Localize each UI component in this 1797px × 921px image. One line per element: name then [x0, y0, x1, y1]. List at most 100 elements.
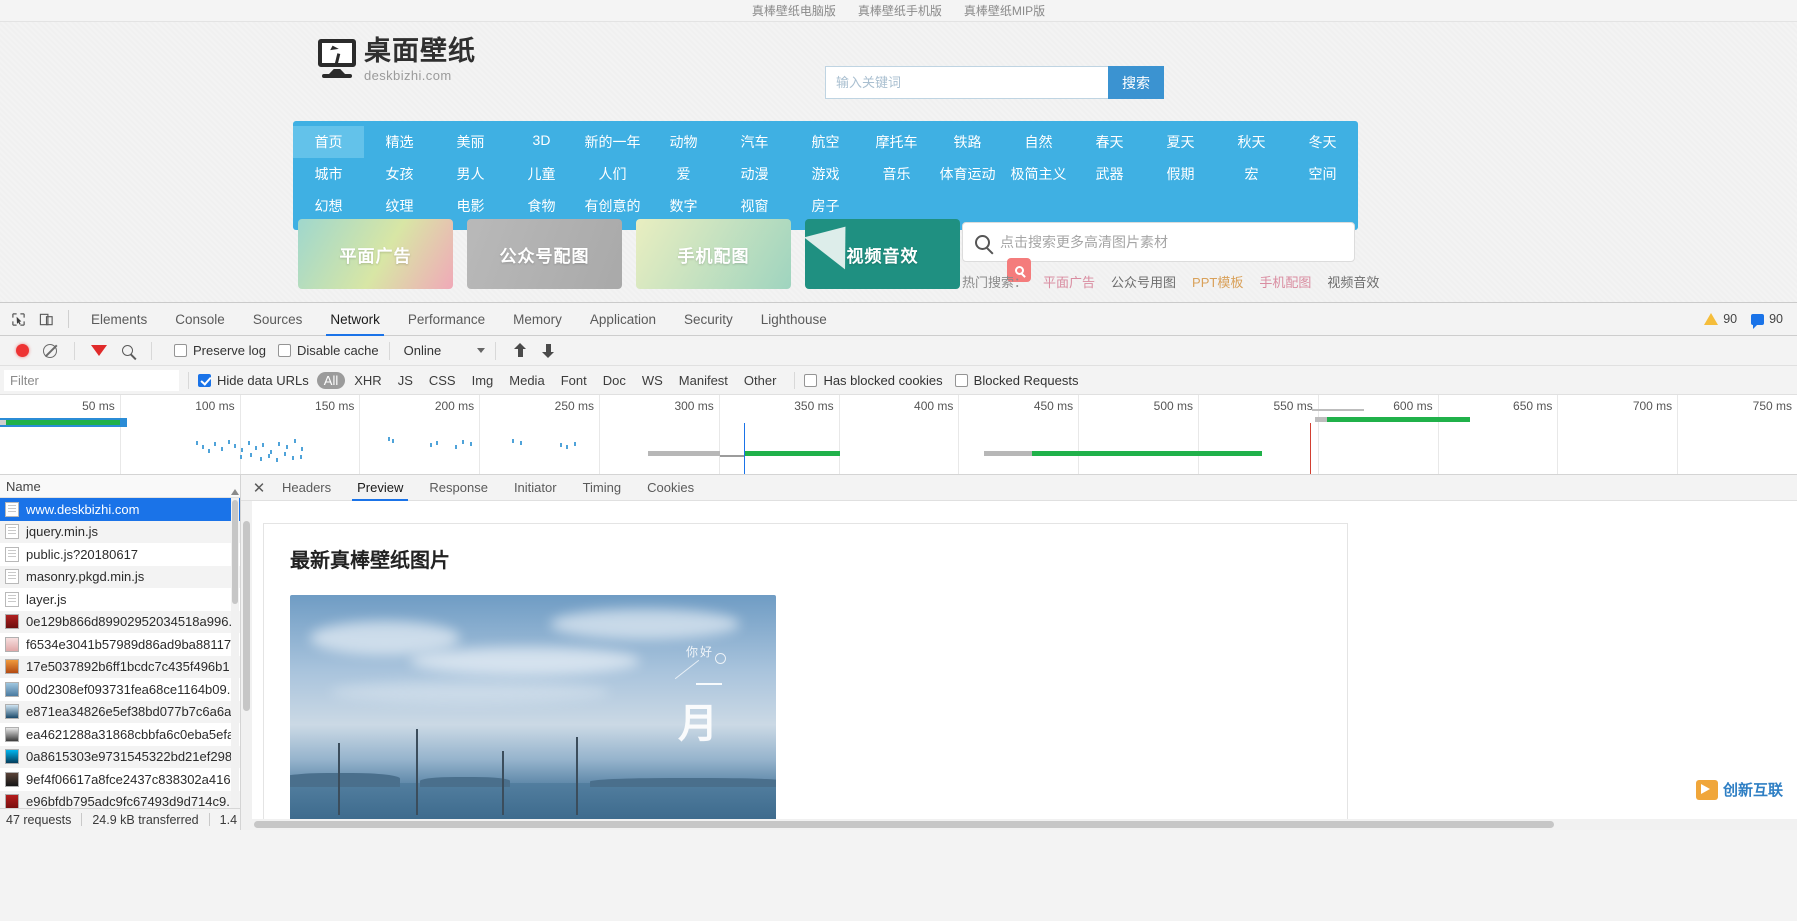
request-row[interactable]: ea4621288a31868cbbfa6c0eba5efa	[0, 723, 240, 746]
type-filter-doc[interactable]: Doc	[596, 372, 633, 389]
nav-item-0-6[interactable]: 汽车	[719, 126, 790, 158]
has-blocked-cookies-checkbox[interactable]: Has blocked cookies	[804, 373, 942, 388]
nav-item-2-1[interactable]: 纹理	[364, 190, 435, 222]
request-row[interactable]: layer.js	[0, 588, 240, 611]
nav-item-2-0[interactable]: 幻想	[293, 190, 364, 222]
nav-item-1-11[interactable]: 武器	[1074, 158, 1145, 190]
nav-item-0-7[interactable]: 航空	[790, 126, 861, 158]
type-filter-font[interactable]: Font	[554, 372, 594, 389]
nav-item-0-13[interactable]: 秋天	[1216, 126, 1287, 158]
nav-item-2-7[interactable]: 房子	[790, 190, 861, 222]
request-row[interactable]: public.js?20180617	[0, 543, 240, 566]
detail-tab-headers[interactable]: Headers	[269, 475, 344, 501]
preserve-log-checkbox[interactable]: Preserve log	[174, 343, 266, 358]
request-row[interactable]: masonry.pkgd.min.js	[0, 566, 240, 589]
request-row[interactable]: 00d2308ef093731fea68ce1164b09..	[0, 678, 240, 701]
nav-item-1-10[interactable]: 极简主义	[1003, 158, 1074, 190]
promo-banner-2[interactable]: 公众号配图	[467, 219, 622, 289]
nav-item-1-6[interactable]: 动漫	[719, 158, 790, 190]
panel-tab-memory[interactable]: Memory	[499, 303, 576, 336]
topbar-link-pc[interactable]: 真棒壁纸电脑版	[752, 2, 836, 19]
nav-item-2-5[interactable]: 数字	[648, 190, 719, 222]
nav-item-0-10[interactable]: 自然	[1003, 126, 1074, 158]
type-filter-img[interactable]: Img	[465, 372, 501, 389]
hide-data-urls-checkbox[interactable]: Hide data URLs	[198, 373, 309, 388]
throttling-select[interactable]: Online	[404, 343, 486, 358]
nav-item-2-3[interactable]: 食物	[506, 190, 577, 222]
disable-cache-checkbox[interactable]: Disable cache	[278, 343, 379, 358]
nav-item-0-11[interactable]: 春天	[1074, 126, 1145, 158]
nav-item-1-13[interactable]: 宏	[1216, 158, 1287, 190]
nav-item-1-12[interactable]: 假期	[1145, 158, 1216, 190]
panel-tab-security[interactable]: Security	[670, 303, 747, 336]
request-row[interactable]: f6534e3041b57989d86ad9ba88117	[0, 633, 240, 656]
panel-tab-network[interactable]: Network	[316, 303, 394, 336]
nav-item-1-7[interactable]: 游戏	[790, 158, 861, 190]
promo-banner-3[interactable]: 手机配图	[636, 219, 791, 289]
inspect-element-icon[interactable]	[4, 305, 32, 333]
network-overview-timeline[interactable]: 50 ms100 ms150 ms200 ms250 ms300 ms350 m…	[0, 395, 1797, 475]
preview-vertical-scrollbar[interactable]	[241, 501, 252, 830]
nav-item-1-5[interactable]: 爱	[648, 158, 719, 190]
promo-banner-1[interactable]: 平面广告	[298, 219, 453, 289]
nav-item-0-4[interactable]: 新的一年	[577, 126, 648, 158]
promo-banner-4[interactable]: 视频音效	[805, 219, 960, 289]
request-row[interactable]: e871ea34826e5ef38bd077b7c6a6a.	[0, 701, 240, 724]
nav-item-2-2[interactable]: 电影	[435, 190, 506, 222]
request-row[interactable]: 17e5037892b6ff1bcdc7c435f496b1	[0, 656, 240, 679]
nav-item-0-0[interactable]: 首页	[293, 126, 364, 158]
type-filter-js[interactable]: JS	[391, 372, 420, 389]
hot-link-3[interactable]: PPT模板	[1192, 272, 1243, 291]
image-search-box[interactable]: 点击搜索更多高清图片素材	[962, 222, 1355, 262]
type-filter-other[interactable]: Other	[737, 372, 784, 389]
clear-button[interactable]	[36, 337, 64, 365]
type-filter-media[interactable]: Media	[502, 372, 551, 389]
type-filter-xhr[interactable]: XHR	[347, 372, 388, 389]
record-button[interactable]	[8, 337, 36, 365]
nav-item-1-14[interactable]: 空间	[1287, 158, 1358, 190]
detail-tab-timing[interactable]: Timing	[570, 475, 635, 501]
detail-tab-initiator[interactable]: Initiator	[501, 475, 570, 501]
warning-counter[interactable]: 90	[1704, 312, 1737, 326]
panel-tab-application[interactable]: Application	[576, 303, 670, 336]
blocked-requests-checkbox[interactable]: Blocked Requests	[955, 373, 1079, 388]
preview-horizontal-scrollbar[interactable]	[252, 819, 1797, 830]
requests-list[interactable]: www.deskbizhi.comjquery.min.jspublic.js?…	[0, 498, 240, 808]
requests-scrollbar[interactable]	[231, 498, 239, 808]
request-row[interactable]: e96bfdb795adc9fc67493d9d714c9..	[0, 791, 240, 809]
panel-tab-lighthouse[interactable]: Lighthouse	[747, 303, 841, 336]
type-filter-all[interactable]: All	[317, 372, 345, 389]
topbar-link-mip[interactable]: 真棒壁纸MIP版	[964, 2, 1045, 19]
nav-item-0-2[interactable]: 美丽	[435, 126, 506, 158]
nav-item-1-0[interactable]: 城市	[293, 158, 364, 190]
nav-item-0-1[interactable]: 精选	[364, 126, 435, 158]
topbar-link-mobile[interactable]: 真棒壁纸手机版	[858, 2, 942, 19]
close-icon[interactable]: ✕	[249, 478, 269, 498]
hot-link-4[interactable]: 手机配图	[1259, 272, 1311, 291]
requests-name-header[interactable]: Name	[0, 475, 240, 498]
nav-item-2-4[interactable]: 有创意的	[577, 190, 648, 222]
type-filter-manifest[interactable]: Manifest	[672, 372, 735, 389]
scrollbar-thumb[interactable]	[232, 500, 238, 604]
type-filter-css[interactable]: CSS	[422, 372, 463, 389]
nav-item-1-8[interactable]: 音乐	[861, 158, 932, 190]
nav-item-1-4[interactable]: 人们	[577, 158, 648, 190]
request-row[interactable]: 9ef4f06617a8fce2437c838302a416.	[0, 768, 240, 791]
type-filter-ws[interactable]: WS	[635, 372, 670, 389]
nav-item-0-8[interactable]: 摩托车	[861, 126, 932, 158]
detail-tab-preview[interactable]: Preview	[344, 475, 416, 501]
nav-item-0-3[interactable]: 3D	[506, 126, 577, 158]
hot-link-5[interactable]: 视频音效	[1327, 272, 1379, 291]
panel-tab-performance[interactable]: Performance	[394, 303, 499, 336]
hot-link-1[interactable]: 平面广告	[1043, 272, 1095, 291]
nav-item-1-3[interactable]: 儿童	[506, 158, 577, 190]
site-search-input[interactable]	[825, 66, 1108, 99]
site-logo[interactable]: 桌面壁纸 deskbizhi.com	[318, 38, 476, 82]
search-button[interactable]	[113, 337, 141, 365]
nav-item-1-2[interactable]: 男人	[435, 158, 506, 190]
request-row[interactable]: 0a8615303e9731545322bd21ef298	[0, 746, 240, 769]
request-row[interactable]: jquery.min.js	[0, 521, 240, 544]
nav-item-2-6[interactable]: 视窗	[719, 190, 790, 222]
nav-item-0-5[interactable]: 动物	[648, 126, 719, 158]
hot-link-2[interactable]: 公众号用图	[1111, 272, 1176, 291]
